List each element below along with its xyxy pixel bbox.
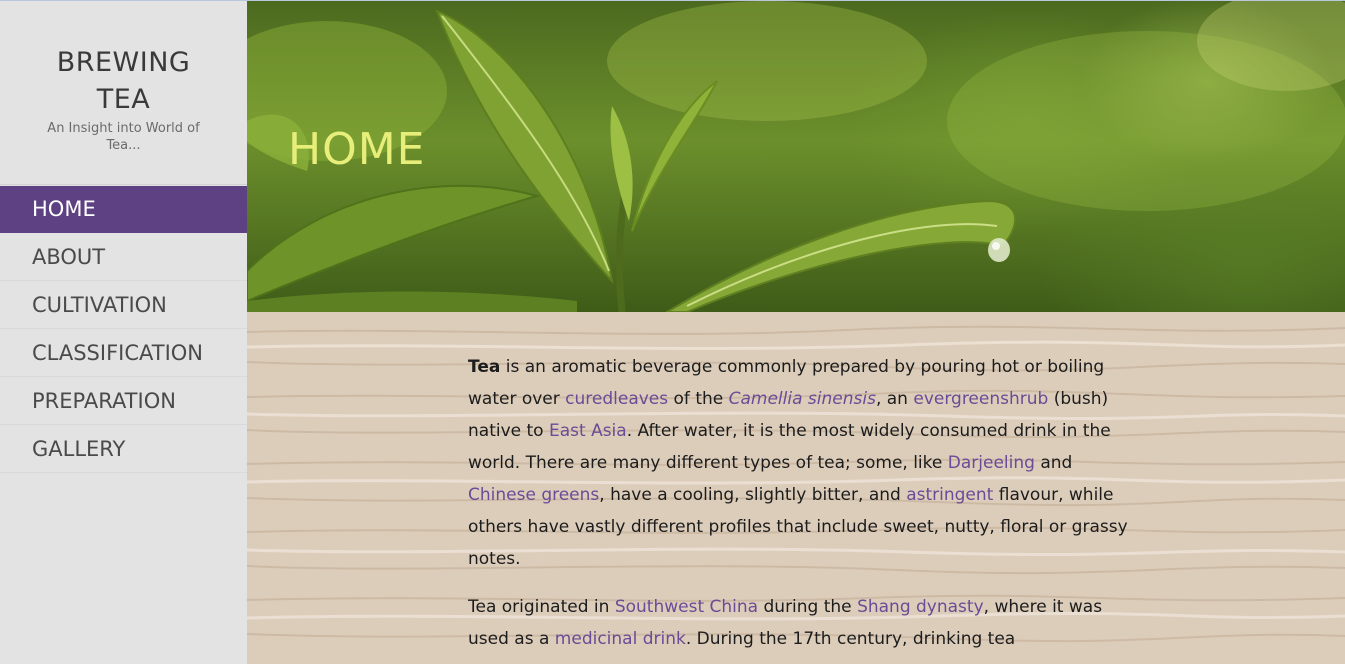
nav-item-cultivation[interactable]: CULTIVATION (0, 281, 247, 329)
nav-item-gallery[interactable]: GALLERY (0, 425, 247, 473)
nav-item-preparation[interactable]: PREPARATION (0, 377, 247, 425)
text: during the (758, 597, 858, 617)
link-astringent[interactable]: astringent (906, 485, 993, 505)
hero-banner: HOME (247, 1, 1345, 312)
brand-divider (0, 184, 247, 185)
nav-item-label: GALLERY (32, 436, 126, 461)
paragraph-origin: Tea originated in Southwest China during… (468, 591, 1128, 655)
nav-item-label: CULTIVATION (32, 292, 167, 317)
link-east-asia[interactable]: East Asia (549, 421, 627, 441)
window-top-border (0, 0, 1345, 1)
nav-item-about[interactable]: ABOUT (0, 233, 247, 281)
nav-item-classification[interactable]: CLASSIFICATION (0, 329, 247, 377)
brand-tagline: An Insight into World of Tea... (47, 121, 200, 153)
text: , an (875, 389, 914, 409)
nav-item-label: PREPARATION (32, 388, 176, 413)
text: , have a cooling, slightly bitter, and (599, 485, 907, 505)
link-shang-dynasty[interactable]: Shang dynasty (857, 597, 984, 617)
main-nav: HOME ABOUT CULTIVATION CLASSIFICATION PR… (0, 186, 247, 473)
link-medicinal-drink[interactable]: medicinal drink (555, 629, 686, 649)
article: Tea is an aromatic beverage commonly pre… (468, 351, 1128, 664)
paragraph-intro: Tea is an aromatic beverage commonly pre… (468, 351, 1128, 575)
nav-item-home[interactable]: HOME (0, 186, 247, 233)
page-title: HOME (288, 124, 426, 175)
brand[interactable]: BREWING TEA An Insight into World of Tea… (0, 44, 247, 154)
text: . During the 17th century, drinking tea (685, 629, 1016, 649)
nav-item-label: ABOUT (32, 244, 106, 269)
sidebar: BREWING TEA An Insight into World of Tea… (0, 0, 247, 664)
link-evergreenshrub[interactable]: evergreenshrub (913, 389, 1048, 409)
link-curedleaves[interactable]: curedleaves (565, 389, 668, 409)
link-camellia-sinensis[interactable]: Camellia sinensis (729, 389, 876, 409)
term-tea: Tea (468, 357, 501, 377)
text: Tea originated in (468, 597, 615, 617)
text: of the (668, 389, 729, 409)
link-chinese-greens[interactable]: Chinese greens (468, 485, 599, 505)
link-southwest-china[interactable]: Southwest China (615, 597, 758, 617)
content-area: Tea is an aromatic beverage commonly pre… (247, 312, 1345, 664)
nav-item-label: CLASSIFICATION (32, 340, 203, 365)
nav-item-label: HOME (32, 197, 96, 221)
link-darjeeling[interactable]: Darjeeling (948, 453, 1035, 473)
brand-title: BREWING TEA (56, 47, 191, 115)
text: and (1034, 453, 1073, 473)
